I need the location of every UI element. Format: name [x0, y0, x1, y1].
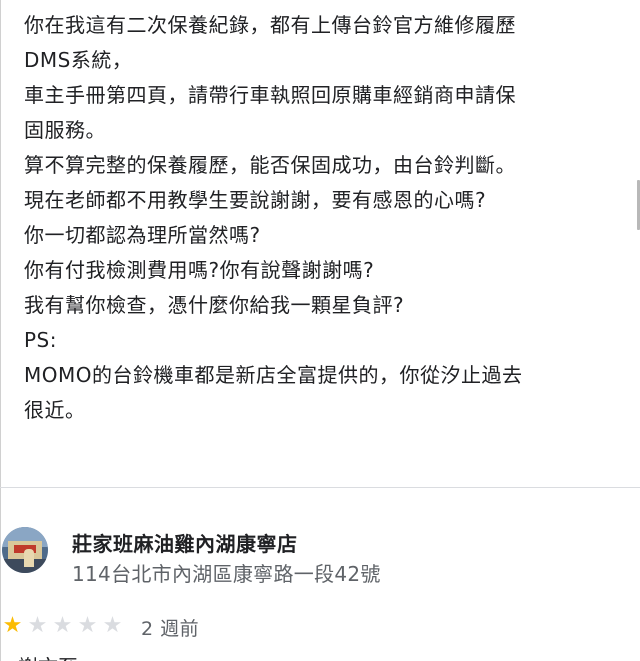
avatar-person — [24, 549, 34, 567]
reviewer-header: 莊家班麻油雞內湖康寧店 114台北市內湖區康寧路一段42號 — [0, 520, 640, 590]
reviewer-address: 114台北市內湖區康寧路一段42號 — [72, 562, 381, 586]
reply-line: 車主手冊第四頁，請帶行車執照回原購車經銷商申請保 — [24, 83, 516, 107]
reply-line: 固服務。 — [24, 118, 106, 142]
reply-line: MOMO的台鈴機車都是新店全富提供的，你從汐止過去 — [24, 363, 523, 387]
reply-line: 你有付我檢測費用嗎?你有說聲謝謝嗎? — [24, 258, 375, 282]
reply-line: 你在我這有二次保養紀錄，都有上傳台鈴官方維修履歷 — [24, 13, 516, 37]
reply-line: 算不算完整的保養履歷，能否保固成功，由台鈴判斷。 — [24, 153, 516, 177]
reviewer-name[interactable]: 莊家班麻油雞內湖康寧店 — [72, 528, 298, 557]
rating-row: ★ ★ ★ ★ ★ 2 週前 — [0, 612, 640, 642]
storefront-avatar[interactable] — [2, 527, 48, 573]
reply-line: PS: — [24, 328, 57, 352]
reviews-page: 你在我這有二次保養紀錄，都有上傳台鈴官方維修履歷 DMS系統， 車主手冊第四頁，… — [0, 0, 640, 661]
next-review-text: 謝文至 — [18, 651, 78, 661]
star-empty-icon: ★ — [77, 613, 98, 638]
reply-line: 很近。 — [24, 398, 86, 422]
star-empty-icon: ★ — [27, 613, 48, 638]
reply-line: 我有幫你檢查，憑什麼你給我一顆星負評? — [24, 293, 405, 317]
reply-line: 現在老師都不用教學生要說謝謝，要有感恩的心嗎? — [24, 188, 487, 212]
star-empty-icon: ★ — [102, 613, 123, 638]
scrollbar-track[interactable] — [636, 0, 640, 490]
reply-line: DMS系統， — [24, 48, 133, 72]
star-empty-icon: ★ — [52, 613, 73, 638]
star-rating: ★ ★ ★ ★ ★ — [0, 612, 125, 640]
review-date: 2 週前 — [141, 618, 200, 640]
review-divider — [0, 487, 640, 488]
owner-reply-text: 你在我這有二次保養紀錄，都有上傳台鈴官方維修履歷 DMS系統， 車主手冊第四頁，… — [24, 8, 624, 428]
reply-line: 你一切都認為理所當然嗎? — [24, 223, 261, 247]
star-filled-icon: ★ — [2, 613, 23, 638]
